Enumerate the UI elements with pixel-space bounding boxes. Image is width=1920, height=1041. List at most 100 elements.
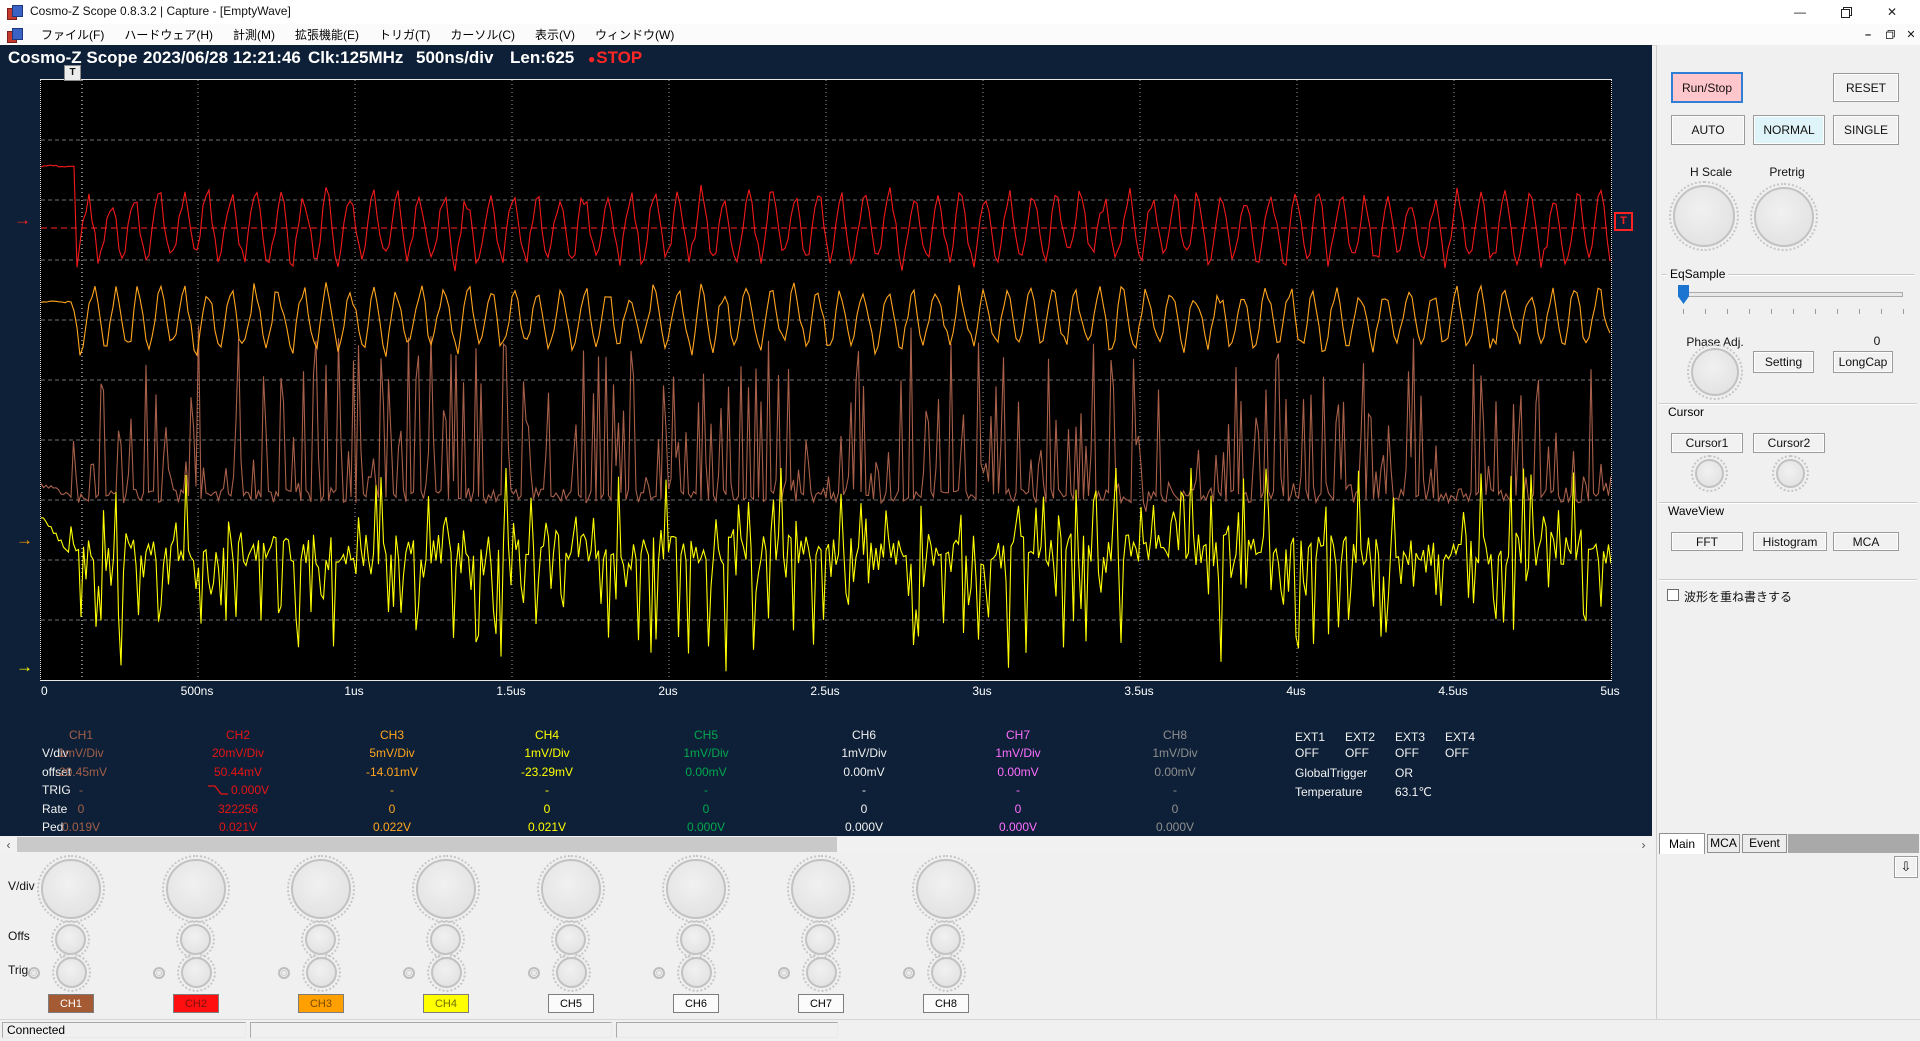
minimize-icon[interactable]: — <box>1778 0 1822 24</box>
trigger-position-marker[interactable]: T <box>64 65 81 81</box>
time-tick-10: 5us <box>1570 684 1650 698</box>
offset-knob-ch1[interactable] <box>55 924 86 955</box>
cursor2-knob[interactable] <box>1776 459 1805 488</box>
offset-knob-ch4[interactable] <box>430 924 461 955</box>
eqsample-tick-7 <box>1837 309 1838 314</box>
ped-value: 0.021V <box>487 818 607 836</box>
time-tick-8: 4us <box>1256 684 1336 698</box>
ped-value: 0.022V <box>332 818 452 836</box>
offset-knob-ch3[interactable] <box>305 924 336 955</box>
offset-knob-ch8[interactable] <box>930 924 961 955</box>
vdiv-knob-ch1[interactable] <box>41 859 101 919</box>
detach-panel-button[interactable]: ⇩ <box>1894 856 1918 878</box>
trig-knob-ch6[interactable] <box>681 957 712 988</box>
phase-adj-knob[interactable] <box>1691 348 1739 396</box>
channel-button-ch6[interactable]: CH6 <box>673 994 719 1013</box>
scrollbar-thumb[interactable] <box>17 837 837 852</box>
offset-knob-ch5[interactable] <box>555 924 586 955</box>
channel-name: CH3 <box>332 726 452 744</box>
scope-timebase: 500ns/div <box>416 48 494 68</box>
trig-knob-ch7[interactable] <box>806 957 837 988</box>
normal-trigger-button[interactable]: NORMAL <box>1753 115 1825 145</box>
close-icon[interactable]: ✕ <box>1870 0 1914 24</box>
vdiv-knob-ch4[interactable] <box>416 859 476 919</box>
trig-value: - <box>804 781 924 799</box>
channel-button-ch4[interactable]: CH4 <box>423 994 469 1013</box>
trig-knob-ch2[interactable] <box>181 957 212 988</box>
h-scale-knob[interactable] <box>1673 185 1735 247</box>
auto-trigger-button[interactable]: AUTO <box>1671 115 1745 145</box>
channel-button-ch5[interactable]: CH5 <box>548 994 594 1013</box>
vdiv-knob-ch3[interactable] <box>291 859 351 919</box>
longcap-button[interactable]: LongCap <box>1833 351 1893 373</box>
channel-button-ch7[interactable]: CH7 <box>798 994 844 1013</box>
offset-knob-ch6[interactable] <box>680 924 711 955</box>
mdi-close-icon[interactable]: ✕ <box>1901 26 1920 43</box>
scroll-left-icon[interactable]: ‹ <box>0 836 17 853</box>
ch4-position-arrow[interactable]: → <box>16 660 33 674</box>
vdiv-knob-ch8[interactable] <box>916 859 976 919</box>
setting-button[interactable]: Setting <box>1753 351 1814 373</box>
reset-button[interactable]: RESET <box>1833 73 1899 102</box>
control-column-ch8: CH8 <box>884 853 1008 1019</box>
eqsample-slider-track[interactable] <box>1679 292 1903 297</box>
control-column-ch5: CH5 <box>509 853 633 1019</box>
menu-trigger[interactable]: トリガ(T) <box>369 24 440 45</box>
channel-info-ch8: CH81mV/Div0.00mV-00.000V <box>1115 726 1235 836</box>
vdiv-knob-ch6[interactable] <box>666 859 726 919</box>
tab-mca[interactable]: MCA <box>1707 834 1740 853</box>
menu-measure[interactable]: 計測(M) <box>223 24 285 45</box>
scroll-right-icon[interactable]: › <box>1635 836 1652 853</box>
menu-window[interactable]: ウィンドウ(W) <box>585 24 684 45</box>
channel-info-ch6: CH61mV/Div0.00mV-00.000V <box>804 726 924 836</box>
ext-trigger-block: EXT1OFFEXT2OFFEXT3OFFEXT4OFFGlobalTrigge… <box>1295 726 1655 836</box>
ch1-position-arrow[interactable]: → <box>16 533 33 547</box>
cursor1-knob[interactable] <box>1695 459 1724 488</box>
tab-main[interactable]: Main <box>1659 833 1705 854</box>
pretrig-knob[interactable] <box>1754 187 1814 247</box>
trig-knob-ch5[interactable] <box>556 957 587 988</box>
mdi-minimize-icon[interactable]: – <box>1858 26 1878 43</box>
trigger-level-marker[interactable]: T <box>1614 212 1633 231</box>
eqsample-tick-5 <box>1793 309 1794 314</box>
menu-cursor[interactable]: カーソル(C) <box>440 24 525 45</box>
menu-extensions[interactable]: 拡張機能(E) <box>285 24 369 45</box>
channel-button-ch8[interactable]: CH8 <box>923 994 969 1013</box>
trig-knob-ch1[interactable] <box>56 957 87 988</box>
scope-main-area: Cosmo-Z Scope 2023/06/28 12:21:46 Clk:12… <box>0 45 1652 836</box>
tab-event[interactable]: Event <box>1742 834 1787 853</box>
trig-knob-ch3[interactable] <box>306 957 337 988</box>
eqsample-tick-0 <box>1683 309 1684 314</box>
trig-value: - <box>332 781 452 799</box>
cursor2-button[interactable]: Cursor2 <box>1753 433 1825 453</box>
channel-button-ch2[interactable]: CH2 <box>173 994 219 1013</box>
eqsample-slider-thumb[interactable] <box>1678 285 1689 304</box>
single-trigger-button[interactable]: SINGLE <box>1833 115 1899 145</box>
channel-button-ch3[interactable]: CH3 <box>298 994 344 1013</box>
fft-button[interactable]: FFT <box>1671 532 1743 551</box>
control-column-ch6: CH6 <box>634 853 758 1019</box>
mdi-restore-icon[interactable] <box>1882 28 1898 42</box>
offset-value: -14.01mV <box>332 763 452 781</box>
vdiv-knob-ch7[interactable] <box>791 859 851 919</box>
menu-file[interactable]: ファイル(F) <box>31 24 114 45</box>
offset-knob-ch7[interactable] <box>805 924 836 955</box>
ch2-position-arrow[interactable]: → <box>14 213 31 227</box>
trig-knob-ch8[interactable] <box>931 957 962 988</box>
cursor1-button[interactable]: Cursor1 <box>1671 433 1743 453</box>
mca-button[interactable]: MCA <box>1833 532 1899 551</box>
horizontal-scrollbar[interactable]: ‹ › <box>0 836 1652 853</box>
restore-icon[interactable] <box>1824 0 1868 24</box>
vdiv-knob-ch5[interactable] <box>541 859 601 919</box>
histogram-button[interactable]: Histogram <box>1753 532 1827 551</box>
offset-knob-ch2[interactable] <box>180 924 211 955</box>
channel-button-ch1[interactable]: CH1 <box>48 994 94 1013</box>
channel-name: CH7 <box>958 726 1078 744</box>
menu-view[interactable]: 表示(V) <box>525 24 585 45</box>
vdiv-knob-ch2[interactable] <box>166 859 226 919</box>
overlay-checkbox[interactable] <box>1667 589 1679 601</box>
trig-knob-ch4[interactable] <box>431 957 462 988</box>
run-stop-button[interactable]: Run/Stop <box>1671 72 1743 103</box>
waveform-plot[interactable] <box>40 79 1612 681</box>
menu-hardware[interactable]: ハードウェア(H) <box>114 24 223 45</box>
